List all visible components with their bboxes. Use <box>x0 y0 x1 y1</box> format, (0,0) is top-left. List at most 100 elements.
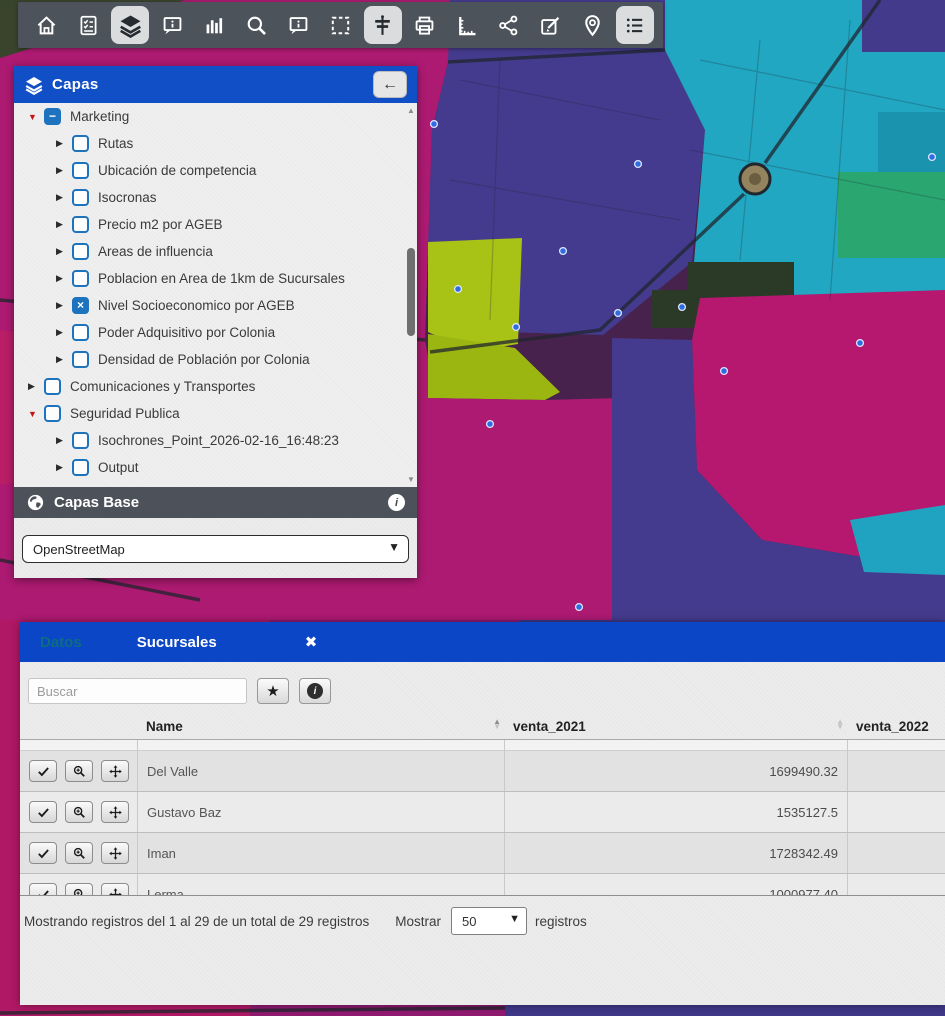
layer-tree-item[interactable]: Poder Adquisitivo por Colonia <box>14 319 417 346</box>
chart-toolbar-button[interactable] <box>195 6 233 44</box>
pan-to-feature-button[interactable] <box>101 801 129 823</box>
expand-arrow-icon[interactable] <box>56 192 72 203</box>
layer-checkbox[interactable] <box>72 324 89 341</box>
expand-arrow-icon[interactable] <box>56 273 72 284</box>
layer-tree-item[interactable]: Densidad de Población por Colonia <box>14 346 417 373</box>
select-box-toolbar-button[interactable] <box>321 6 359 44</box>
layer-tree-item[interactable]: Output <box>14 454 417 481</box>
data-panel-tabbar: Datos Sucursales ✖ <box>20 622 945 662</box>
select-feature-button[interactable] <box>29 801 57 823</box>
close-icon[interactable]: ✖ <box>305 633 318 651</box>
layer-checkbox[interactable] <box>72 135 89 152</box>
layer-checkbox[interactable] <box>72 189 89 206</box>
layer-checkbox[interactable] <box>72 216 89 233</box>
identify-toolbar-button[interactable] <box>153 6 191 44</box>
layer-checkbox[interactable] <box>72 270 89 287</box>
pan-to-feature-button[interactable] <box>101 842 129 864</box>
expand-arrow-icon[interactable] <box>56 138 72 149</box>
expand-arrow-icon[interactable] <box>56 246 72 257</box>
zoom-to-feature-button[interactable] <box>65 801 93 823</box>
scrollbar-thumb[interactable] <box>407 248 415 336</box>
layer-checkbox[interactable] <box>72 432 89 449</box>
expand-arrow-icon[interactable] <box>28 409 44 419</box>
base-layers-info-icon[interactable]: i <box>388 494 405 511</box>
expand-arrow-icon[interactable] <box>56 165 72 176</box>
select-feature-button[interactable] <box>29 883 57 896</box>
column-venta-2022[interactable]: venta_2022 <box>848 719 945 734</box>
layer-checkbox[interactable] <box>72 351 89 368</box>
layer-tree-item[interactable]: Precio m2 por AGEB <box>14 211 417 238</box>
scroll-up-icon[interactable]: ▲ <box>406 106 416 115</box>
layer-tree-item[interactable]: Seguridad Publica <box>14 400 417 427</box>
zoom-to-feature-button[interactable] <box>65 842 93 864</box>
layer-checkbox[interactable] <box>72 459 89 476</box>
zoom-to-feature-button[interactable] <box>65 760 93 782</box>
share-toolbar-button[interactable] <box>490 6 528 44</box>
layer-tree-item[interactable]: Areas de influencia <box>14 238 417 265</box>
query-toolbar-button[interactable] <box>279 6 317 44</box>
search-input[interactable] <box>28 678 247 704</box>
layer-tree-item[interactable]: Ubicación de competencia <box>14 157 417 184</box>
layer-tree-item[interactable]: Nivel Socioeconomico por AGEB <box>14 292 417 319</box>
layer-checkbox[interactable] <box>72 243 89 260</box>
layer-label: Rutas <box>98 136 133 151</box>
expand-arrow-icon[interactable] <box>56 300 72 311</box>
expand-arrow-icon[interactable] <box>56 354 72 365</box>
layers-panel: Capas ← Marketing Rutas <box>14 66 417 578</box>
measure-toolbar-button[interactable] <box>448 6 486 44</box>
home-toolbar-button[interactable] <box>27 6 65 44</box>
column-venta-2021[interactable]: venta_2021 ▲▼ <box>505 719 848 734</box>
layer-checkbox[interactable] <box>44 108 61 125</box>
tree-scrollbar[interactable]: ▲ ▼ <box>406 106 416 484</box>
layer-tree-item[interactable]: Isocronas <box>14 184 417 211</box>
favorite-button[interactable]: ★ <box>257 678 289 704</box>
layer-checkbox[interactable] <box>72 297 89 314</box>
print-toolbar-button[interactable] <box>406 6 444 44</box>
legend-toolbar-button[interactable] <box>69 6 107 44</box>
layer-tree-item[interactable]: Rutas <box>14 130 417 157</box>
page-size-select[interactable]: 50 <box>451 907 527 935</box>
move-icon <box>108 887 123 897</box>
table-info-button[interactable]: i <box>299 678 331 704</box>
layer-label: Densidad de Población por Colonia <box>98 352 310 367</box>
layer-checkbox[interactable] <box>44 378 61 395</box>
expand-arrow-icon[interactable] <box>56 435 72 446</box>
layer-label: Ubicación de competencia <box>98 163 256 178</box>
chart-icon <box>202 13 227 38</box>
locate-toolbar-button[interactable] <box>574 6 612 44</box>
layer-tree-item[interactable]: Marketing <box>14 103 417 130</box>
expand-arrow-icon[interactable] <box>28 112 44 122</box>
select-feature-button[interactable] <box>29 760 57 782</box>
select-feature-button[interactable] <box>29 842 57 864</box>
cell-venta-2022 <box>848 874 945 896</box>
pan-to-feature-button[interactable] <box>101 883 129 896</box>
column-name[interactable]: Name ▲▼ <box>138 719 505 734</box>
expand-arrow-icon[interactable] <box>56 327 72 338</box>
layer-tree-item[interactable]: Isochrones_Point_2026-02-16_16:48:23 <box>14 427 417 454</box>
collapse-panel-button[interactable]: ← <box>373 71 407 98</box>
layer-checkbox[interactable] <box>44 405 61 422</box>
sort-icons[interactable]: ▲▼ <box>493 720 501 730</box>
pan-to-feature-button[interactable] <box>101 760 129 782</box>
zoom-to-feature-button[interactable] <box>65 883 93 896</box>
records-label: registros <box>535 914 587 929</box>
search-toolbar-button[interactable] <box>237 6 275 44</box>
expand-arrow-icon[interactable] <box>56 219 72 230</box>
cell-venta-2022 <box>848 792 945 832</box>
check-icon <box>36 887 51 897</box>
draw-toolbar-button[interactable] <box>532 6 570 44</box>
expand-arrow-icon[interactable] <box>28 381 44 392</box>
tab-sucursales[interactable]: Sucursales <box>137 634 217 651</box>
directions-toolbar-button[interactable] <box>364 6 402 44</box>
scroll-down-icon[interactable]: ▼ <box>406 475 416 484</box>
layer-checkbox[interactable] <box>72 162 89 179</box>
base-layer-select[interactable]: OpenStreetMap <box>22 535 409 563</box>
expand-arrow-icon[interactable] <box>56 462 72 473</box>
layers-toolbar-button[interactable] <box>111 6 149 44</box>
list-toolbar-button[interactable] <box>616 6 654 44</box>
table-row: Lerma 1000977.40 <box>20 874 945 896</box>
layer-tree-item[interactable]: Comunicaciones y Transportes <box>14 373 417 400</box>
sort-icons[interactable]: ▲▼ <box>836 720 844 730</box>
tab-datos[interactable]: Datos <box>40 634 82 651</box>
layer-tree-item[interactable]: Poblacion en Area de 1km de Sucursales <box>14 265 417 292</box>
